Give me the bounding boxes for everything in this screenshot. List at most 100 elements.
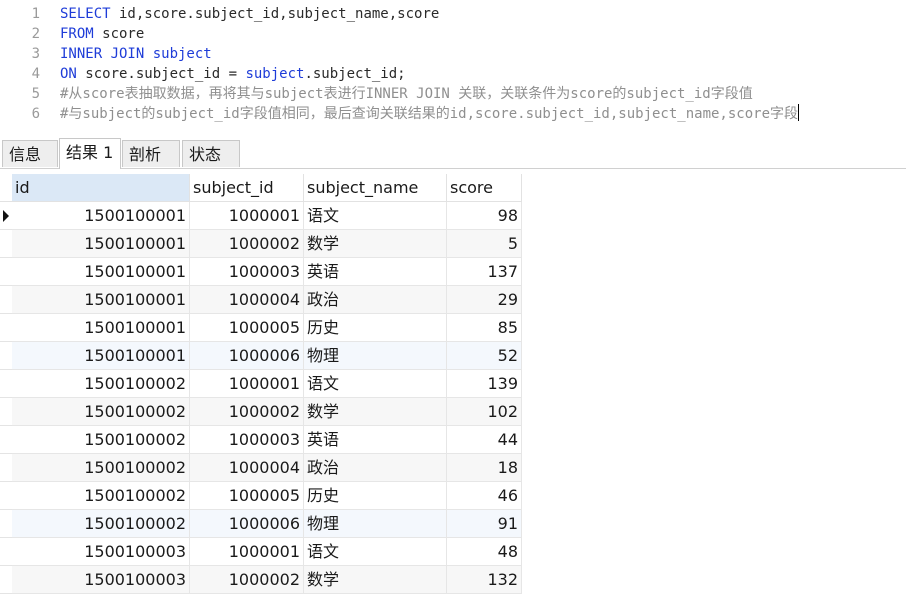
- cell-subject-name[interactable]: 政治: [304, 286, 447, 314]
- cell-id[interactable]: 1500100003: [12, 566, 190, 594]
- row-selector[interactable]: [0, 398, 12, 426]
- code-line[interactable]: 4 ON score.subject_id = subject.subject_i…: [0, 64, 906, 84]
- table-row[interactable]: 1500100001 1000006 物理 52: [12, 342, 522, 370]
- cell-subject-name[interactable]: 物理: [304, 342, 447, 370]
- cell-id[interactable]: 1500100001: [12, 342, 190, 370]
- code-line[interactable]: 2 FROM score: [0, 24, 906, 44]
- cell-score[interactable]: 91: [447, 510, 522, 538]
- cell-id[interactable]: 1500100003: [12, 538, 190, 566]
- row-selector[interactable]: [0, 510, 12, 538]
- tab-status[interactable]: 状态: [182, 140, 240, 167]
- table-row[interactable]: 1500100001 1000003 英语 137: [12, 258, 522, 286]
- row-selector[interactable]: [0, 202, 12, 230]
- table-row[interactable]: 1500100002 1000005 历史 46: [12, 482, 522, 510]
- row-selector[interactable]: [0, 314, 12, 342]
- cell-subject-id[interactable]: 1000005: [190, 482, 304, 510]
- table-row[interactable]: 1500100002 1000004 政治 18: [12, 454, 522, 482]
- cell-subject-id[interactable]: 1000001: [190, 370, 304, 398]
- tab-profile[interactable]: 剖析: [122, 140, 180, 167]
- row-selector[interactable]: [0, 230, 12, 258]
- table-row[interactable]: 1500100001 1000001 语文 98: [12, 202, 522, 230]
- row-selector[interactable]: [0, 286, 12, 314]
- cell-subject-name[interactable]: 语文: [304, 370, 447, 398]
- cell-subject-id[interactable]: 1000004: [190, 286, 304, 314]
- cell-subject-id[interactable]: 1000003: [190, 426, 304, 454]
- cell-subject-id[interactable]: 1000005: [190, 314, 304, 342]
- cell-id[interactable]: 1500100001: [12, 314, 190, 342]
- cell-score[interactable]: 98: [447, 202, 522, 230]
- cell-subject-id[interactable]: 1000006: [190, 510, 304, 538]
- row-selector[interactable]: [0, 566, 12, 594]
- cell-subject-id[interactable]: 1000004: [190, 454, 304, 482]
- row-selector[interactable]: [0, 426, 12, 454]
- cell-subject-name[interactable]: 历史: [304, 482, 447, 510]
- cell-subject-name[interactable]: 历史: [304, 314, 447, 342]
- cell-id[interactable]: 1500100002: [12, 482, 190, 510]
- row-selector[interactable]: [0, 538, 12, 566]
- column-header-subject-id[interactable]: subject_id: [190, 174, 304, 202]
- cell-id[interactable]: 1500100001: [12, 202, 190, 230]
- row-selector[interactable]: [0, 258, 12, 286]
- cell-subject-id[interactable]: 1000001: [190, 538, 304, 566]
- column-header-id[interactable]: id: [12, 174, 190, 202]
- code-line[interactable]: 6 #与subject的subject_id字段值相同，最后查询关联结果的id,s…: [0, 104, 906, 124]
- cell-subject-name[interactable]: 语文: [304, 202, 447, 230]
- code-line[interactable]: 5 #从score表抽取数据，再将其与subject表进行INNER JOIN 关…: [0, 84, 906, 104]
- cell-score[interactable]: 5: [447, 230, 522, 258]
- row-selector[interactable]: [0, 454, 12, 482]
- cell-subject-name[interactable]: 语文: [304, 538, 447, 566]
- table-row[interactable]: 1500100003 1000001 语文 48: [12, 538, 522, 566]
- cell-score[interactable]: 132: [447, 566, 522, 594]
- cell-subject-name[interactable]: 英语: [304, 258, 447, 286]
- cell-score[interactable]: 85: [447, 314, 522, 342]
- cell-score[interactable]: 102: [447, 398, 522, 426]
- table-row[interactable]: 1500100001 1000005 历史 85: [12, 314, 522, 342]
- table-row[interactable]: 1500100002 1000003 英语 44: [12, 426, 522, 454]
- row-selector[interactable]: [0, 342, 12, 370]
- cell-score[interactable]: 52: [447, 342, 522, 370]
- cell-score[interactable]: 18: [447, 454, 522, 482]
- cell-subject-name[interactable]: 英语: [304, 426, 447, 454]
- cell-subject-id[interactable]: 1000002: [190, 230, 304, 258]
- cell-score[interactable]: 48: [447, 538, 522, 566]
- cell-score[interactable]: 44: [447, 426, 522, 454]
- cell-id[interactable]: 1500100002: [12, 398, 190, 426]
- cell-id[interactable]: 1500100002: [12, 510, 190, 538]
- sql-editor[interactable]: 1 SELECT id,score.subject_id,subject_name…: [0, 0, 906, 130]
- cell-subject-name[interactable]: 数学: [304, 566, 447, 594]
- column-header-subject-name[interactable]: subject_name: [304, 174, 447, 202]
- table-row[interactable]: 1500100003 1000002 数学 132: [12, 566, 522, 594]
- code-line[interactable]: 1 SELECT id,score.subject_id,subject_name…: [0, 4, 906, 24]
- cell-score[interactable]: 29: [447, 286, 522, 314]
- code-line[interactable]: 3 INNER JOIN subject: [0, 44, 906, 64]
- cell-subject-name[interactable]: 政治: [304, 454, 447, 482]
- cell-subject-name[interactable]: 数学: [304, 398, 447, 426]
- cell-subject-id[interactable]: 1000001: [190, 202, 304, 230]
- cell-score[interactable]: 137: [447, 258, 522, 286]
- result-grid[interactable]: id subject_id subject_name score 1500100…: [0, 174, 906, 598]
- cell-id[interactable]: 1500100001: [12, 230, 190, 258]
- table-row[interactable]: 1500100002 1000006 物理 91: [12, 510, 522, 538]
- cell-subject-id[interactable]: 1000002: [190, 566, 304, 594]
- row-selector[interactable]: [0, 482, 12, 510]
- cell-id[interactable]: 1500100002: [12, 454, 190, 482]
- cell-subject-id[interactable]: 1000002: [190, 398, 304, 426]
- tab-result-1[interactable]: 结果 1: [59, 138, 121, 169]
- table-row[interactable]: 1500100002 1000002 数学 102: [12, 398, 522, 426]
- cell-score[interactable]: 139: [447, 370, 522, 398]
- cell-subject-name[interactable]: 物理: [304, 510, 447, 538]
- cell-subject-id[interactable]: 1000006: [190, 342, 304, 370]
- table-row[interactable]: 1500100001 1000002 数学 5: [12, 230, 522, 258]
- cell-subject-id[interactable]: 1000003: [190, 258, 304, 286]
- cell-id[interactable]: 1500100002: [12, 370, 190, 398]
- cell-id[interactable]: 1500100002: [12, 426, 190, 454]
- table-row[interactable]: 1500100002 1000001 语文 139: [12, 370, 522, 398]
- column-header-score[interactable]: score: [447, 174, 522, 202]
- cell-score[interactable]: 46: [447, 482, 522, 510]
- cell-id[interactable]: 1500100001: [12, 286, 190, 314]
- cell-id[interactable]: 1500100001: [12, 258, 190, 286]
- table-row[interactable]: 1500100001 1000004 政治 29: [12, 286, 522, 314]
- row-selector[interactable]: [0, 370, 12, 398]
- tab-info[interactable]: 信息: [2, 140, 58, 167]
- cell-subject-name[interactable]: 数学: [304, 230, 447, 258]
